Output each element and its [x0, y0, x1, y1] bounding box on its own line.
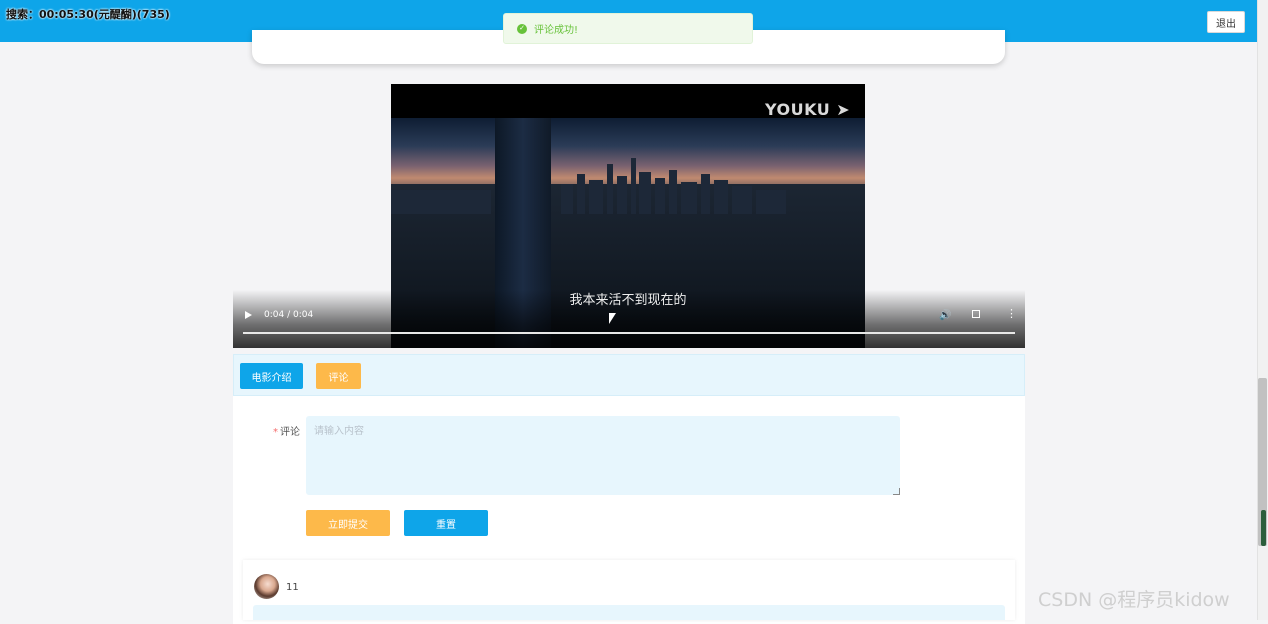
video-player[interactable]: YOUKU ➤ 我本来活不到现在的 0:04 / 0:04 🔊 ⋮ — [233, 84, 1025, 348]
comment-content — [253, 605, 1005, 620]
avatar — [254, 574, 279, 599]
youku-arrow-icon: ➤ — [830, 100, 851, 119]
video-subtitle: 我本来活不到现在的 — [569, 293, 687, 308]
scroll-position-indicator — [1261, 510, 1266, 546]
comment-username: 11 — [286, 582, 299, 593]
city-skyline-graphic — [391, 158, 786, 214]
check-circle-icon: ✓ — [517, 23, 527, 34]
toast-message: 评论成功! — [534, 25, 579, 36]
play-icon[interactable] — [245, 311, 252, 319]
more-options-icon[interactable]: ⋮ — [1006, 308, 1017, 319]
comment-textarea[interactable] — [306, 416, 900, 495]
success-toast: ✓ 评论成功! — [503, 13, 753, 44]
textarea-resize-handle[interactable] — [893, 488, 900, 495]
reset-button[interactable]: 重置 — [404, 510, 488, 536]
volume-icon[interactable]: 🔊 — [939, 310, 951, 321]
video-time-display: 0:04 / 0:04 — [264, 310, 314, 320]
mouse-cursor-icon — [609, 313, 616, 324]
tab-movie-intro[interactable]: 电影介绍 — [240, 363, 303, 389]
recording-overlay-label: 搜索：00:05:30(元醍醐)(735) — [6, 8, 170, 21]
csdn-watermark: CSDN @程序员kidow — [1038, 589, 1230, 611]
comment-field-label: * 评论 — [273, 427, 300, 438]
required-mark: * — [273, 427, 278, 438]
tab-comments[interactable]: 评论 — [316, 363, 361, 389]
submit-comment-button[interactable]: 立即提交 — [306, 510, 390, 536]
logout-button[interactable]: 退出 — [1207, 11, 1245, 33]
video-progress-bar[interactable] — [243, 332, 1015, 334]
video-brand-watermark: YOUKU ➤ — [765, 100, 851, 119]
fullscreen-icon[interactable] — [972, 310, 980, 318]
